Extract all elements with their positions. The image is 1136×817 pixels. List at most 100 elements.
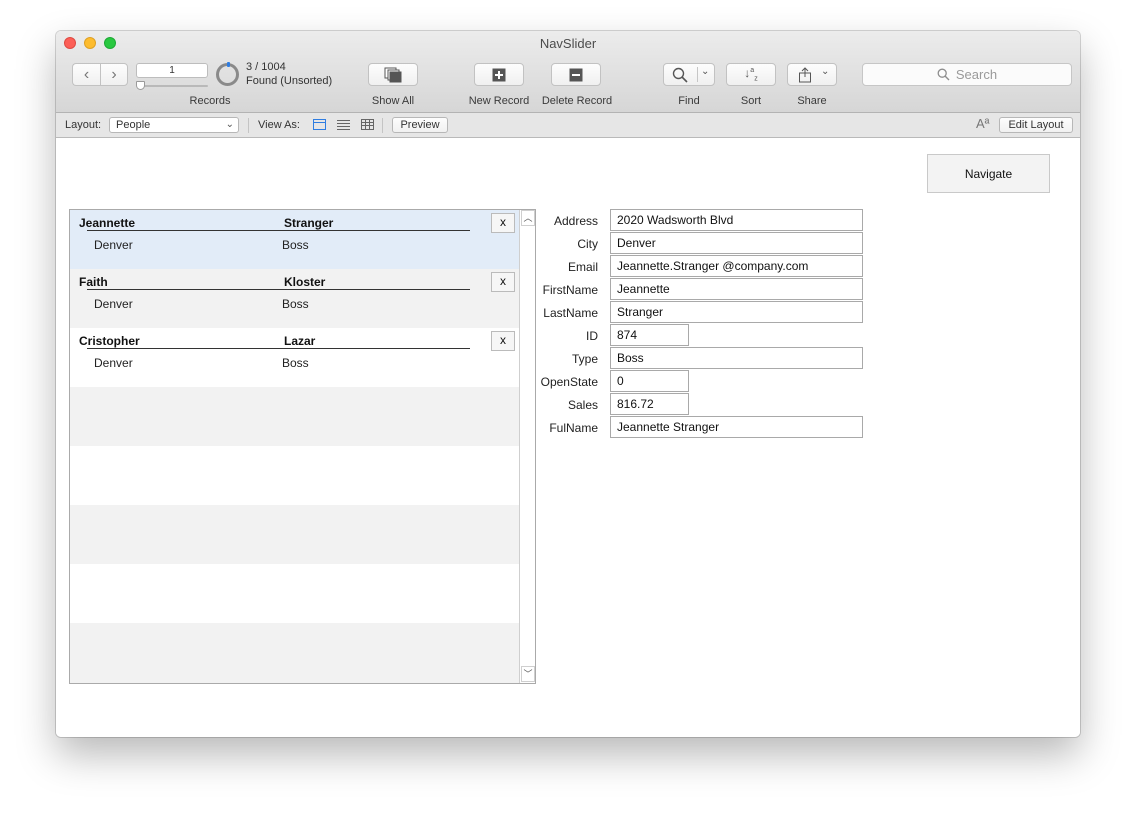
share-icon bbox=[799, 66, 811, 82]
people-portal: Jeannette Stranger Denver Boss x Faith K… bbox=[69, 209, 536, 684]
form-view-icon[interactable] bbox=[313, 119, 326, 130]
new-record-button[interactable] bbox=[474, 63, 524, 86]
chevron-down-icon: ⌄ bbox=[821, 66, 830, 77]
layout-select-value: People bbox=[116, 119, 151, 131]
preview-button[interactable]: Preview bbox=[392, 117, 448, 133]
layout-bar: Layout: People ⌄ View As: Preview Aª Edi… bbox=[56, 113, 1080, 138]
portal-city: Denver bbox=[94, 297, 133, 311]
navigate-button[interactable]: Navigate bbox=[927, 154, 1050, 193]
email-field[interactable]: Jeannette.Stranger @company.com bbox=[610, 255, 863, 277]
portal-scrollbar[interactable]: ︿ ﹀ bbox=[519, 210, 535, 683]
chevron-right-icon: › bbox=[111, 65, 117, 83]
toolbar: NavSlider ‹ › 1 3 / 1004 Found (Unsorted… bbox=[56, 31, 1080, 113]
chevron-down-icon: ⌄ bbox=[225, 119, 234, 130]
address-field[interactable]: 2020 Wadsworth Blvd bbox=[610, 209, 863, 231]
empty-portal-row bbox=[70, 623, 519, 683]
openstate-label: OpenState bbox=[540, 375, 598, 389]
fullname-field[interactable]: Jeannette Stranger bbox=[610, 416, 863, 438]
empty-portal-row bbox=[70, 387, 519, 446]
found-state: Found (Unsorted) bbox=[246, 75, 333, 87]
sort-label: Sort bbox=[740, 95, 762, 107]
next-record-button[interactable]: › bbox=[100, 63, 128, 86]
portal-type: Boss bbox=[282, 238, 309, 252]
show-all-label: Show All bbox=[371, 95, 415, 107]
share-label: Share bbox=[797, 95, 827, 107]
empty-portal-row bbox=[70, 446, 519, 505]
delete-record-label: Delete Record bbox=[541, 95, 613, 107]
search-icon bbox=[937, 68, 950, 81]
type-field[interactable]: Boss bbox=[610, 347, 863, 369]
find-divider bbox=[697, 67, 698, 82]
openstate-field[interactable]: 0 bbox=[610, 370, 689, 392]
current-record-input[interactable]: 1 bbox=[136, 63, 208, 78]
portal-city: Denver bbox=[94, 238, 133, 252]
app-window: NavSlider ‹ › 1 3 / 1004 Found (Unsorted… bbox=[56, 31, 1080, 737]
show-all-button[interactable] bbox=[368, 63, 418, 86]
portal-first-name: Faith bbox=[79, 275, 108, 289]
firstname-label: FirstName bbox=[542, 283, 598, 297]
portal-first-name: Jeannette bbox=[79, 216, 136, 230]
separator bbox=[382, 118, 383, 133]
magnifier-icon bbox=[672, 67, 688, 83]
show-all-icon bbox=[384, 67, 402, 82]
new-record-label: New Record bbox=[468, 95, 530, 107]
record-slider-track[interactable] bbox=[138, 85, 208, 87]
search-placeholder: Search bbox=[955, 67, 998, 82]
view-as-label: View As: bbox=[258, 119, 300, 131]
layout-select[interactable]: People ⌄ bbox=[109, 117, 239, 133]
chevron-down-icon: ⌄ bbox=[701, 66, 710, 77]
separator bbox=[248, 118, 249, 133]
portal-last-name: Kloster bbox=[284, 275, 326, 289]
chevron-left-icon: ‹ bbox=[83, 65, 90, 83]
lastname-label: LastName bbox=[543, 306, 598, 320]
search-input[interactable]: Search bbox=[862, 63, 1072, 86]
record-navigation: ‹ › bbox=[72, 63, 128, 86]
layout-content: Navigate Jeannette Stranger Denver Boss … bbox=[56, 139, 1080, 737]
find-button[interactable]: ⌄ bbox=[663, 63, 715, 86]
scroll-down-button[interactable]: ﹀ bbox=[521, 666, 535, 682]
portal-row[interactable]: Faith Kloster Denver Boss x bbox=[70, 269, 519, 328]
table-view-icon[interactable] bbox=[361, 119, 374, 130]
id-label: ID bbox=[586, 329, 598, 343]
found-set-indicator bbox=[227, 62, 230, 67]
portal-first-name: Cristopher bbox=[79, 334, 140, 348]
address-label: Address bbox=[553, 214, 598, 228]
sort-button[interactable]: ↓az bbox=[726, 63, 776, 86]
minus-icon bbox=[569, 68, 583, 81]
row-divider bbox=[87, 289, 470, 290]
share-button[interactable]: ⌄ bbox=[787, 63, 837, 86]
portal-row[interactable]: Jeannette Stranger Denver Boss x bbox=[70, 210, 519, 269]
empty-portal-row bbox=[70, 564, 519, 623]
list-view-icon[interactable] bbox=[337, 119, 350, 130]
portal-type: Boss bbox=[282, 297, 309, 311]
portal-row[interactable]: Cristopher Lazar Denver Boss x bbox=[70, 328, 519, 387]
previous-record-button[interactable]: ‹ bbox=[72, 63, 100, 86]
sort-icon: ↓az bbox=[744, 66, 758, 83]
portal-last-name: Lazar bbox=[284, 334, 316, 348]
city-label: City bbox=[577, 237, 598, 251]
firstname-field[interactable]: Jeannette bbox=[610, 278, 863, 300]
id-field[interactable]: 874 bbox=[610, 324, 689, 346]
fullname-label: FulName bbox=[549, 421, 598, 435]
plus-icon bbox=[492, 68, 506, 81]
delete-record-button[interactable] bbox=[551, 63, 601, 86]
row-divider bbox=[87, 348, 470, 349]
email-label: Email bbox=[567, 260, 598, 274]
edit-layout-button[interactable]: Edit Layout bbox=[999, 117, 1073, 133]
window-title: NavSlider bbox=[539, 36, 597, 51]
record-slider-thumb[interactable] bbox=[136, 81, 145, 90]
records-label: Records bbox=[189, 95, 231, 107]
portal-last-name: Stranger bbox=[284, 216, 334, 230]
city-field[interactable]: Denver bbox=[610, 232, 863, 254]
record-count: 3 / 1004 bbox=[246, 61, 286, 73]
empty-portal-row bbox=[70, 505, 519, 564]
row-divider bbox=[87, 230, 470, 231]
sales-label: Sales bbox=[567, 398, 598, 412]
lastname-field[interactable]: Stranger bbox=[610, 301, 863, 323]
sales-field[interactable]: 816.72 bbox=[610, 393, 689, 415]
type-label: Type bbox=[571, 352, 598, 366]
font-size-icon[interactable]: Aª bbox=[976, 116, 989, 131]
layout-label: Layout: bbox=[65, 119, 102, 131]
chevron-down-icon: ﹀ bbox=[523, 669, 533, 679]
find-label: Find bbox=[678, 95, 700, 107]
